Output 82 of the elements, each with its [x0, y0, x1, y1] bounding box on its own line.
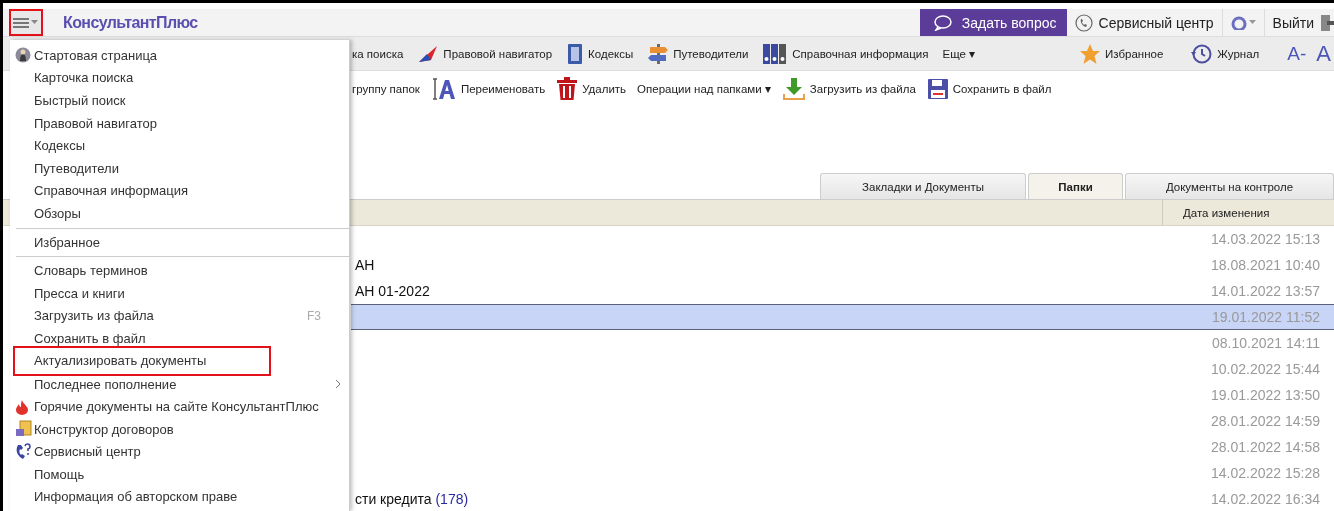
menu-item[interactable]: Избранное: [10, 230, 349, 254]
menu-item[interactable]: Помощь: [10, 463, 349, 486]
chevron-right-icon: [335, 379, 341, 389]
date-cell: 08.10.2021 14:11: [1212, 335, 1320, 351]
text-cursor-icon: [430, 76, 457, 101]
signpost-icon: [647, 42, 670, 65]
paper-plane-icon: [417, 43, 440, 64]
menu-item[interactable]: Кодексы: [10, 134, 349, 157]
table-row[interactable]: АН 01-2022 14.01.2022 13:57: [351, 278, 1334, 304]
document-stamp-icon: [15, 420, 33, 439]
column-header[interactable]: Дата изменения: [1162, 200, 1334, 225]
date-cell: 28.01.2022 14:59: [1211, 413, 1320, 429]
menu-item[interactable]: Информация об авторском праве: [10, 485, 349, 509]
logout-button[interactable]: Выйти: [1264, 9, 1334, 36]
toolbar-button[interactable]: Сохранить в файл: [926, 77, 1052, 100]
phone-icon: [1074, 13, 1093, 32]
menu-item[interactable]: Горячие документы на сайте КонсультантПлюс: [10, 395, 349, 418]
toolbar-button[interactable]: Правовой навигатор: [417, 43, 553, 64]
folder-name: сти кредита (178): [355, 491, 469, 507]
date-cell: 19.01.2022 11:52: [1212, 309, 1320, 325]
folder-name: АН 01-2022: [355, 283, 430, 299]
toolbar-button[interactable]: Операции над папками ▾: [637, 81, 771, 96]
date-cell: 18.08.2021 10:40: [1211, 257, 1320, 273]
font-size-button[interactable]: A: [1316, 40, 1331, 67]
trash-icon: [556, 76, 579, 101]
toolbar-button[interactable]: Справочная информация: [762, 42, 929, 65]
date-cell: 28.01.2022 14:58: [1211, 439, 1320, 455]
toolbar-button[interactable]: Журнал: [1191, 42, 1260, 65]
toolbar-button[interactable]: Путеводители: [647, 42, 749, 65]
menu-item[interactable]: Быстрый поиск: [10, 89, 349, 112]
menu-item[interactable]: Актуализировать документы: [13, 345, 271, 376]
speech-bubble-icon: [933, 14, 952, 31]
toolbar-button[interactable]: ка поиска: [352, 47, 404, 60]
toolbar-button[interactable]: Кодексы: [566, 42, 634, 65]
font-size-button[interactable]: A-: [1287, 42, 1307, 65]
toolbar-button[interactable]: Переименовать: [430, 76, 546, 101]
menu-icon: [13, 15, 29, 30]
history-icon: [1191, 42, 1214, 65]
date-cell: 14.02.2022 15:28: [1211, 465, 1320, 481]
menu-item[interactable]: Пресса и книги: [10, 281, 349, 305]
service-center-button[interactable]: Сервисный центр: [1066, 9, 1223, 36]
shortcut-label: F3: [307, 308, 321, 323]
toolbar-button[interactable]: Загрузить из файла: [781, 76, 916, 101]
date-cell: 14.01.2022 13:57: [1211, 283, 1320, 299]
menu-item[interactable]: Обзоры: [10, 202, 349, 225]
menu-item[interactable]: Загрузить из файла F3: [10, 304, 349, 328]
ask-question-button[interactable]: Задать вопрос: [919, 9, 1067, 36]
toolbar-button[interactable]: Удалить: [556, 76, 627, 101]
menu-item[interactable]: Правовой навигатор: [10, 111, 349, 135]
menu-item[interactable]: Сервисный центр: [10, 440, 349, 464]
toolbar-button[interactable]: Избранное: [1079, 42, 1164, 65]
menu-item[interactable]: Карточка поиска: [10, 66, 349, 90]
tab[interactable]: Закладки и Документы: [820, 173, 1026, 199]
menu-button[interactable]: [9, 9, 43, 36]
menu-item[interactable]: Справочная информация: [10, 179, 349, 203]
app-logo: КонсультантПлюс: [63, 13, 198, 32]
tab[interactable]: Документы на контроле: [1125, 173, 1334, 199]
menu-item[interactable]: Стартовая страница: [10, 44, 349, 67]
table-row[interactable]: сти кредита (178) 14.02.2022 16:34: [351, 486, 1334, 511]
table-row[interactable]: АН 18.08.2021 10:40: [351, 252, 1334, 278]
star-icon: [1079, 42, 1102, 65]
menu-item[interactable]: Словарь терминов: [10, 259, 349, 282]
portrait-icon: [15, 47, 31, 64]
date-cell: 19.01.2022 13:50: [1211, 387, 1320, 403]
download-icon: [781, 76, 806, 101]
menu-item[interactable]: Конструктор договоров: [10, 417, 349, 441]
caret-icon: [31, 20, 38, 25]
binders-icon: [762, 42, 789, 65]
date-cell: 10.02.2022 15:44: [1211, 361, 1320, 377]
toolbar-button[interactable]: Еще ▾: [942, 46, 976, 61]
date-cell: 14.03.2022 15:13: [1211, 231, 1320, 247]
date-cell: 14.02.2022 16:34: [1211, 491, 1320, 507]
caret-icon: [1248, 20, 1256, 25]
tab[interactable]: Папки: [1028, 173, 1123, 199]
menu-item[interactable]: Путеводители: [10, 156, 349, 180]
exit-icon: [1320, 13, 1334, 32]
book-icon: [566, 42, 585, 65]
toolbar-button[interactable]: группу папок: [352, 82, 420, 95]
flame-icon: [15, 398, 29, 415]
phone-question-icon: [15, 442, 31, 461]
folder-name: АН: [355, 257, 375, 273]
user-icon: [1230, 15, 1247, 30]
